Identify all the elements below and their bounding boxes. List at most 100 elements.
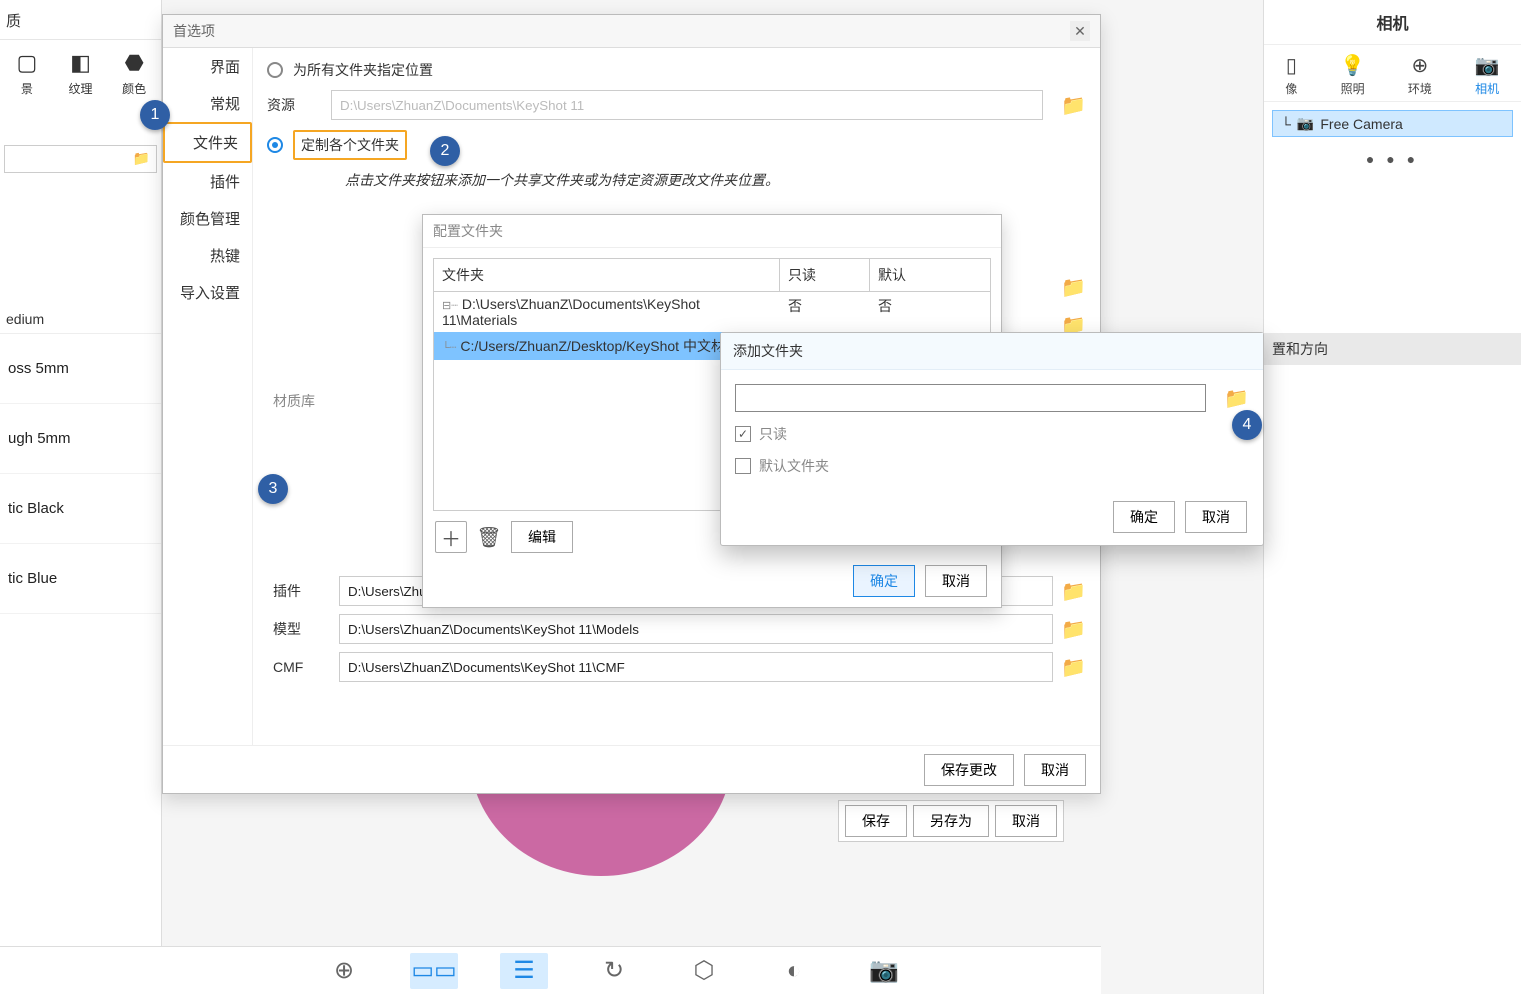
edit-button[interactable]: 编辑	[511, 521, 573, 553]
dialog-title: 添加文件夹	[721, 333, 1263, 370]
sidebar-item-hotkeys[interactable]: 热键	[163, 237, 252, 274]
dialog-title: 首选项	[173, 21, 215, 41]
add-folder-button[interactable]: ＋	[435, 521, 467, 553]
left-panel: 质 ▢景 ◧纹理 ⬣颜色 📁 edium oss 5mm ugh 5mm tic…	[0, 0, 162, 994]
browse-folder-icon[interactable]: 📁	[1061, 93, 1086, 118]
sidebar-item-plugins[interactable]: 插件	[163, 163, 252, 200]
image-icon: ▯	[1285, 53, 1297, 78]
dialog-titlebar: 首选项 ✕	[163, 15, 1100, 48]
browse-folder-icon[interactable]: 📁	[1061, 579, 1086, 604]
project-icon[interactable]: ☰	[500, 953, 548, 989]
radio-all-label: 为所有文件夹指定位置	[293, 60, 433, 80]
screenshot-icon[interactable]: 📷	[860, 956, 908, 985]
models-label: 模型	[267, 619, 339, 639]
ok-button[interactable]: 确定	[853, 565, 915, 597]
cancel-button[interactable]: 取消	[925, 565, 987, 597]
save-bar: 保存 另存为 取消	[838, 800, 1064, 842]
section-header[interactable]: 置和方向	[1264, 333, 1521, 365]
sidebar-item-folders[interactable]: 文件夹	[163, 122, 252, 163]
library-icon[interactable]: ▭▭	[410, 953, 458, 989]
right-panel: 相机 ▯像 💡照明 ⊕环境 📷相机 └ 📷 Free Camera ● ● ● …	[1263, 0, 1521, 994]
browse-folder-icon[interactable]: 📁	[1061, 275, 1086, 300]
col-folder: 文件夹	[434, 259, 780, 291]
right-tabs: ▯像 💡照明 ⊕环境 📷相机	[1264, 45, 1521, 102]
save-changes-button[interactable]: 保存更改	[924, 754, 1014, 786]
animation-icon[interactable]: ↻	[590, 956, 638, 985]
scene-tab[interactable]: ▢景	[0, 50, 54, 97]
hint-text: 点击文件夹按钮来添加一个共享文件夹或为特定资源更改文件夹位置。	[345, 170, 1086, 190]
texture-icon: ◧	[54, 50, 108, 76]
default-checkbox[interactable]	[735, 458, 751, 474]
search-row[interactable]: 📁	[4, 145, 157, 173]
resource-label: 资源	[267, 95, 321, 115]
list-item[interactable]: tic Black	[0, 474, 161, 544]
ok-button[interactable]: 确定	[1113, 501, 1175, 533]
add-folder-dialog: 添加文件夹 📁 只读 默认文件夹 确定 取消	[720, 332, 1264, 546]
tree-node-icon: └┈	[442, 342, 456, 354]
col-readonly: 只读	[780, 259, 870, 291]
browse-folder-icon[interactable]: 📁	[1061, 655, 1086, 680]
list-item[interactable]: oss 5mm	[0, 334, 161, 404]
drag-handle[interactable]: ● ● ●	[1264, 145, 1521, 173]
left-icon-row: ▢景 ◧纹理 ⬣颜色	[0, 40, 161, 97]
vr-icon[interactable]: ◐	[770, 957, 818, 985]
render-icon[interactable]: ⬡	[680, 956, 728, 985]
panel-title: 质	[0, 0, 161, 40]
folder-add-icon[interactable]: 📁	[133, 150, 150, 167]
cmf-input[interactable]	[339, 652, 1053, 682]
sidebar-item-import[interactable]: 导入设置	[163, 274, 252, 311]
annotation-1: 1	[140, 100, 170, 130]
close-icon[interactable]: ✕	[1070, 21, 1090, 41]
folder-path-input[interactable]	[735, 384, 1206, 412]
radio-all[interactable]	[267, 62, 283, 78]
resource-input[interactable]	[331, 90, 1043, 120]
color-icon: ⬣	[107, 50, 161, 76]
option-all-row: 为所有文件夹指定位置	[267, 60, 1086, 80]
cancel-button[interactable]: 取消	[995, 805, 1057, 837]
models-input[interactable]	[339, 614, 1053, 644]
radio-custom-label: 定制各个文件夹	[293, 130, 407, 160]
material-list: oss 5mm ugh 5mm tic Black tic Blue	[0, 334, 161, 614]
table-row[interactable]: ⊟┈D:\Users\ZhuanZ\Documents\KeyShot 11\M…	[434, 292, 990, 332]
cancel-button[interactable]: 取消	[1185, 501, 1247, 533]
list-item[interactable]: ugh 5mm	[0, 404, 161, 474]
bottom-toolbar: ⊕ ▭▭ ☰ ↻ ⬡ ◐ 📷	[0, 946, 1101, 994]
camera-name: Free Camera	[1320, 116, 1402, 132]
tab-image[interactable]: ▯像	[1285, 53, 1297, 97]
prefs-sidebar: 界面 常规 文件夹 插件 颜色管理 热键 导入设置	[163, 48, 253, 746]
matlib-label: 材质库	[267, 391, 339, 411]
list-item[interactable]: tic Blue	[0, 544, 161, 614]
tab-lighting[interactable]: 💡照明	[1340, 53, 1365, 97]
annotation-2: 2	[430, 136, 460, 166]
camera-item[interactable]: └ 📷 Free Camera	[1272, 110, 1513, 137]
sidebar-item-general[interactable]: 常规	[163, 85, 252, 122]
browse-folder-icon[interactable]: 📁	[1061, 617, 1086, 642]
tab-environment[interactable]: ⊕环境	[1408, 53, 1432, 97]
browse-folder-icon[interactable]: 📁	[1224, 386, 1249, 411]
annotation-3: 3	[258, 474, 288, 504]
tab-camera[interactable]: 📷相机	[1475, 53, 1500, 97]
texture-tab[interactable]: ◧纹理	[54, 50, 108, 97]
readonly-checkbox[interactable]	[735, 426, 751, 442]
sidebar-item-interface[interactable]: 界面	[163, 48, 252, 85]
camera-icon: 📷	[1297, 115, 1314, 132]
delete-folder-button[interactable]: 🗑	[473, 521, 505, 553]
bulb-icon: 💡	[1340, 53, 1365, 78]
import-icon[interactable]: ⊕	[320, 956, 368, 985]
table-header: 文件夹 只读 默认	[434, 259, 990, 292]
tree-toggle-icon[interactable]: └	[1281, 116, 1291, 132]
radio-custom[interactable]	[267, 137, 283, 153]
dialog-title: 配置文件夹	[423, 215, 1001, 248]
globe-icon: ⊕	[1408, 53, 1432, 78]
option-custom-row: 定制各个文件夹	[267, 130, 1086, 160]
color-tab[interactable]: ⬣颜色	[107, 50, 161, 97]
save-button[interactable]: 保存	[845, 805, 907, 837]
default-label: 默认文件夹	[759, 456, 829, 476]
camera-icon: 📷	[1475, 53, 1500, 78]
plugins-label: 插件	[267, 581, 339, 601]
saveas-button[interactable]: 另存为	[913, 805, 989, 837]
cfg-footer: 确定 取消	[853, 565, 987, 597]
sidebar-item-colormgmt[interactable]: 颜色管理	[163, 200, 252, 237]
tree-node-icon: ⊟┈	[442, 300, 458, 312]
cancel-button[interactable]: 取消	[1024, 754, 1086, 786]
